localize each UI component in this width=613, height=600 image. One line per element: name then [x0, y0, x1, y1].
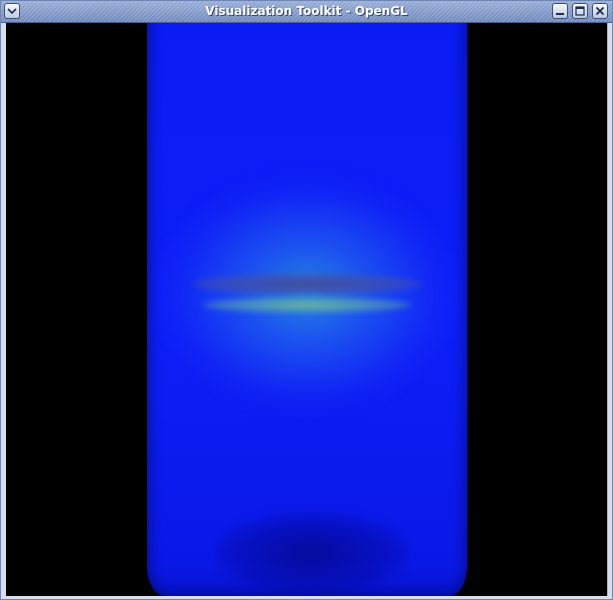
window-title: Visualization Toolkit - OpenGL: [205, 4, 408, 18]
volume-dark-band: [192, 273, 422, 295]
close-button[interactable]: [592, 3, 608, 19]
close-icon: [595, 6, 605, 16]
app-window: Visualization Toolkit - OpenGL: [0, 0, 613, 600]
minimize-icon: [556, 13, 564, 15]
volume-bottom-shade: [217, 513, 407, 593]
volume-light-band: [202, 297, 412, 313]
maximize-button[interactable]: [572, 3, 588, 19]
minimize-button[interactable]: [552, 3, 568, 19]
title-bar[interactable]: Visualization Toolkit - OpenGL: [1, 1, 612, 23]
maximize-icon: [575, 6, 585, 16]
volume-rendering: [147, 23, 467, 596]
render-viewport[interactable]: [6, 23, 608, 596]
